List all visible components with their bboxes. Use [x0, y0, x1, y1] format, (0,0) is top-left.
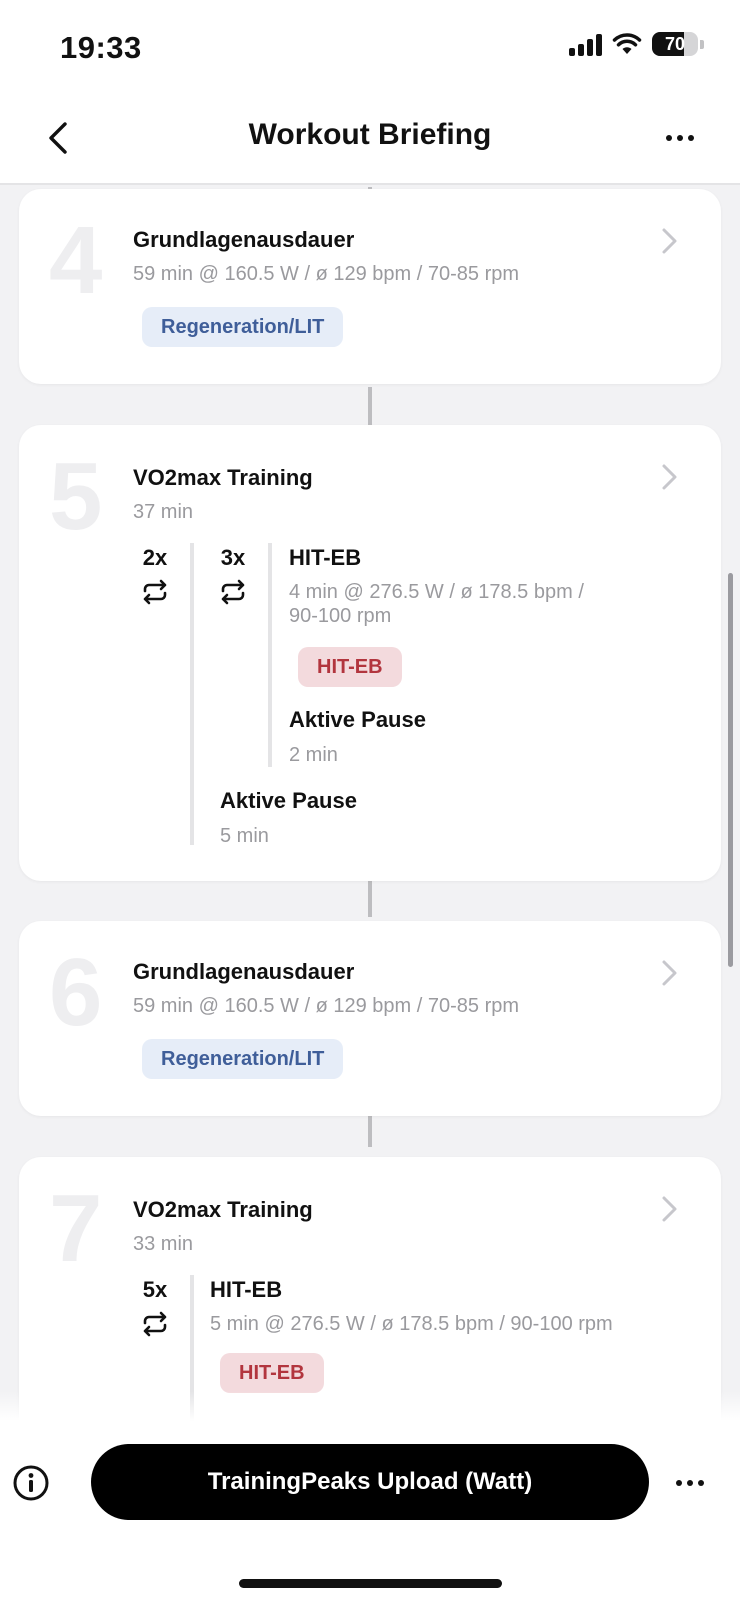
step-summary: 33 min [133, 1233, 194, 1255]
intensity-tag: Regeneration/LIT [142, 307, 344, 347]
wifi-icon [612, 33, 642, 54]
repeat-icon [221, 579, 245, 605]
workout-step-card[interactable]: 4 Grundlagenausdauer 59 min @ 160.5 W / … [19, 189, 721, 384]
cellular-signal-icon [569, 32, 602, 56]
repeat-count: 5x [142, 1277, 168, 1302]
scrollbar[interactable] [728, 573, 733, 967]
step-connector [368, 877, 372, 917]
step-title: Grundlagenausdauer [133, 227, 355, 252]
interval-title: HIT-EB [289, 545, 362, 570]
ellipsis-icon [666, 135, 672, 141]
battery-percent: 70 [664, 33, 686, 54]
info-icon[interactable] [12, 1464, 50, 1502]
chevron-right-icon[interactable] [659, 226, 679, 256]
repeat-block-inner: 3x [213, 545, 253, 605]
step-number: 5 [49, 443, 103, 550]
repeat-inner-line [268, 543, 272, 767]
chevron-right-icon[interactable] [659, 1194, 679, 1224]
more-options-button[interactable] [660, 120, 700, 156]
step-number: 4 [49, 207, 103, 314]
ellipsis-dot [688, 135, 694, 141]
repeat-block: 5x [135, 1277, 175, 1337]
step-number: 6 [49, 939, 103, 1046]
workout-step-card[interactable]: 5 VO2max Training 37 min 2x 3x HIT-EB 4 … [19, 425, 721, 881]
ellipsis-icon [676, 1480, 682, 1486]
bottom-more-button[interactable] [670, 1464, 710, 1502]
intensity-tag: Regeneration/LIT [142, 1039, 344, 1079]
step-summary: 37 min [133, 501, 194, 523]
step-title: Grundlagenausdauer [133, 959, 355, 984]
workout-step-card[interactable]: 6 Grundlagenausdauer 59 min @ 160.5 W / … [19, 921, 721, 1116]
repeat-count: 3x [220, 545, 246, 570]
chevron-right-icon[interactable] [659, 958, 679, 988]
interval-summary: 4 min @ 276.5 W / ø 178.5 bpm / [289, 581, 584, 603]
repeat-icon [143, 1311, 167, 1337]
ellipsis-dot [677, 135, 683, 141]
status-time: 19:33 [60, 30, 142, 65]
chevron-right-icon[interactable] [659, 462, 679, 492]
interval-title: Aktive Pause [289, 707, 426, 732]
intensity-tag: HIT-EB [220, 1353, 324, 1393]
nav-bar: Workout Briefing [0, 92, 740, 185]
repeat-outer-line [190, 543, 194, 845]
workout-step-card[interactable]: 7 VO2max Training 33 min 5x HIT-EB 5 min… [19, 1157, 721, 1421]
repeat-count: 2x [142, 545, 168, 570]
step-connector [368, 387, 372, 427]
interval-summary: 2 min [289, 744, 338, 766]
workout-steps-list[interactable]: 4 Grundlagenausdauer 59 min @ 160.5 W / … [0, 187, 740, 1421]
scroll-fade [0, 1391, 740, 1421]
repeat-icon [143, 579, 167, 605]
step-summary: 59 min @ 160.5 W / ø 129 bpm / 70-85 rpm [133, 995, 520, 1017]
trainingpeaks-upload-button[interactable]: TrainingPeaks Upload (Watt) [91, 1444, 649, 1520]
page-title: Workout Briefing [248, 118, 492, 151]
interval-summary: 5 min @ 276.5 W / ø 178.5 bpm / 90-100 r… [210, 1313, 613, 1335]
status-icons: 70 [569, 32, 704, 56]
interval-title: HIT-EB [210, 1277, 283, 1302]
interval-summary: 5 min [220, 825, 269, 847]
repeat-block-outer: 2x [135, 545, 175, 605]
interval-title: Aktive Pause [220, 788, 357, 813]
battery-icon: 70 [652, 32, 698, 56]
status-bar: 19:33 70 [0, 0, 740, 92]
intensity-tag: HIT-EB [298, 647, 402, 687]
ellipsis-dot [687, 1480, 693, 1486]
step-title: VO2max Training [133, 465, 313, 490]
step-number: 7 [49, 1175, 103, 1282]
home-indicator [239, 1579, 502, 1588]
step-title: VO2max Training [133, 1197, 313, 1222]
ellipsis-dot [698, 1480, 704, 1486]
interval-summary-cont: 90-100 rpm [289, 605, 392, 627]
bottom-action-bar: TrainingPeaks Upload (Watt) [0, 1391, 740, 1600]
battery-cap [700, 39, 704, 49]
step-summary: 59 min @ 160.5 W / ø 129 bpm / 70-85 rpm [133, 263, 520, 285]
